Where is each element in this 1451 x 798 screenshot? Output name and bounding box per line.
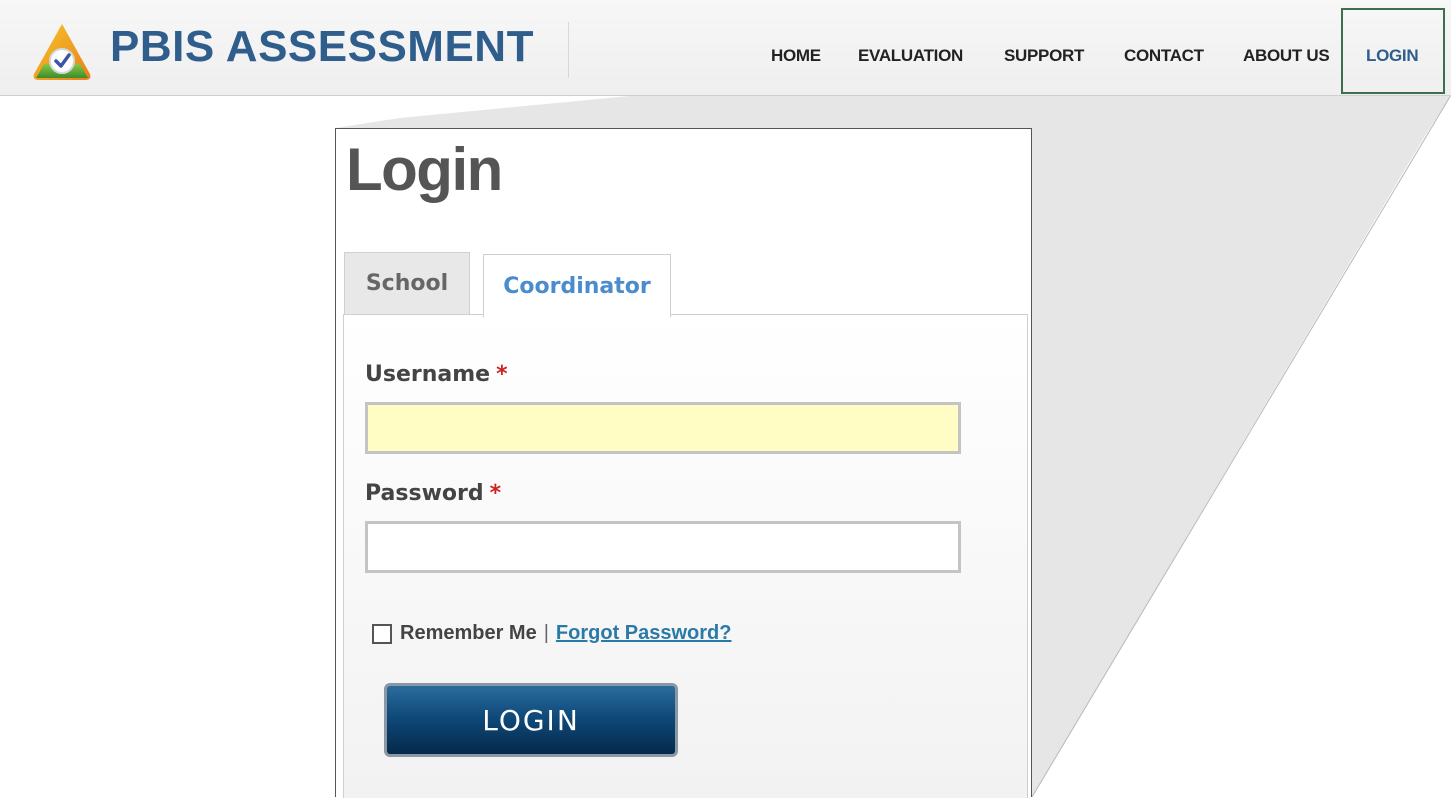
username-label-text: Username bbox=[365, 362, 491, 387]
nav-home[interactable]: HOME bbox=[771, 46, 821, 66]
nav-contact[interactable]: CONTACT bbox=[1124, 46, 1204, 66]
remember-row: Remember Me | Forgot Password? bbox=[372, 622, 732, 645]
required-marker: * bbox=[489, 481, 502, 506]
login-form: Username * Password * Remember Me | Forgot… bbox=[343, 314, 1028, 798]
tab-school[interactable]: School bbox=[344, 252, 470, 314]
remember-me-checkbox[interactable] bbox=[372, 623, 392, 644]
required-marker: * bbox=[496, 362, 508, 387]
forgot-password-link[interactable]: Forgot Password? bbox=[556, 622, 732, 645]
password-label: Password * bbox=[365, 481, 501, 506]
nav-support[interactable]: SUPPORT bbox=[1004, 46, 1084, 66]
tab-coordinator[interactable]: Coordinator bbox=[483, 254, 671, 318]
site-title[interactable]: PBIS ASSESSMENT bbox=[110, 22, 534, 72]
remember-me-label[interactable]: Remember Me bbox=[400, 622, 537, 645]
password-label-text: Password bbox=[365, 481, 484, 506]
login-button[interactable]: LOGIN bbox=[384, 683, 678, 757]
page-title: Login bbox=[346, 136, 503, 203]
username-field[interactable] bbox=[365, 402, 961, 454]
separator: | bbox=[543, 622, 549, 644]
nav-about-us[interactable]: ABOUT US bbox=[1243, 46, 1330, 66]
login-panel: Login School Coordinator Username * Passw… bbox=[335, 128, 1032, 798]
site-header: PBIS ASSESSMENT HOME EVALUATION SUPPORT … bbox=[0, 0, 1451, 96]
nav-evaluation[interactable]: EVALUATION bbox=[858, 46, 963, 66]
username-label: Username * bbox=[365, 362, 508, 387]
password-field[interactable] bbox=[365, 521, 961, 573]
triangle-check-logo-icon[interactable] bbox=[30, 20, 94, 84]
nav-login-highlight bbox=[1341, 8, 1445, 94]
header-divider bbox=[568, 22, 569, 78]
